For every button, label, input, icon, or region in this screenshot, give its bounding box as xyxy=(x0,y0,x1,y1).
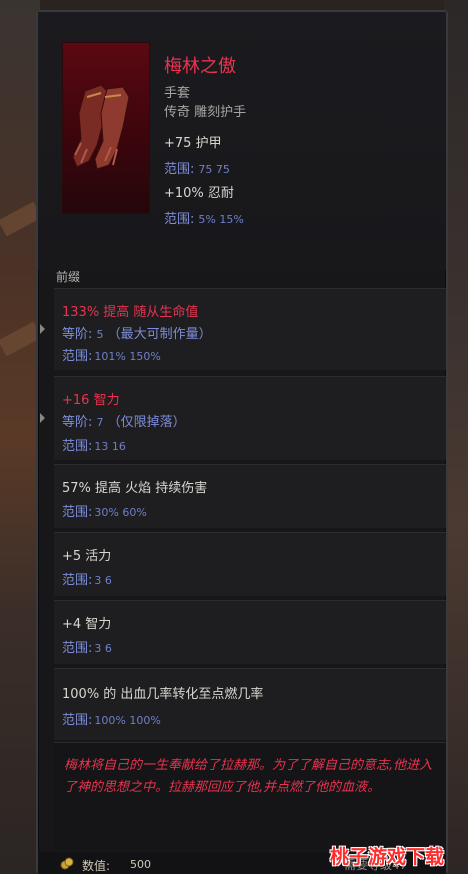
range-values: 101% 150% xyxy=(94,350,161,363)
tier-label: 等阶: xyxy=(62,415,93,430)
affix-row[interactable]: 133% 提高 随从生命值 等阶: 5 （最大可制作量） 范围: 101% 150… xyxy=(40,288,446,370)
implicit-stat: +75 护甲 xyxy=(164,136,222,151)
affix-text: +5 活力 xyxy=(62,549,112,564)
affix-row[interactable]: 57% 提高 火焰 持续伤害 范围: 30% 60% xyxy=(54,464,446,528)
affix-range: 范围: 3 6 xyxy=(62,569,112,588)
affix-range: 范围: 3 6 xyxy=(62,637,112,656)
gauntlet-icon xyxy=(72,84,130,170)
tier-note: （最大可制作量） xyxy=(107,327,212,342)
range-label: 范围: xyxy=(62,713,93,728)
range-values: 30% 60% xyxy=(94,506,147,519)
tier-label: 等阶: xyxy=(62,327,93,342)
affix-tier: 等阶: 7 （仅限掉落） xyxy=(62,411,186,430)
background-scenery-left xyxy=(0,0,40,874)
range-label: 范围: xyxy=(62,439,93,454)
caret-icon xyxy=(40,413,45,423)
range-values: 100% 100% xyxy=(94,714,161,727)
item-name: 梅林之傲 xyxy=(164,56,236,77)
caret-icon xyxy=(40,324,45,334)
gold-coin-icon xyxy=(60,857,74,870)
affix-range: 范围: 30% 60% xyxy=(62,501,147,520)
affix-row[interactable]: +4 智力 范围: 3 6 xyxy=(54,600,446,664)
item-image xyxy=(62,42,150,214)
affix-range: 范围: 13 16 xyxy=(62,435,126,454)
tier-number: 7 xyxy=(96,416,104,429)
affix-text: 57% 提高 火焰 持续伤害 xyxy=(62,481,208,496)
range-label: 范围: xyxy=(62,349,93,364)
range-label: 范围: xyxy=(164,162,195,177)
affix-text: 133% 提高 随从生命值 xyxy=(62,305,199,320)
value-label: 数值: xyxy=(82,859,111,873)
tier-note: （仅限掉落） xyxy=(107,415,186,430)
range-label: 范围: xyxy=(164,212,195,227)
affix-row[interactable]: +16 智力 等阶: 7 （仅限掉落） 范围: 13 16 xyxy=(40,376,446,460)
affix-text: +16 智力 xyxy=(62,393,120,408)
tier-number: 5 xyxy=(96,328,104,341)
item-rarity-base: 传奇 雕刻护手 xyxy=(164,105,247,120)
affix-tier: 等阶: 5 （最大可制作量） xyxy=(62,323,212,342)
affix-range: 范围: 101% 150% xyxy=(62,345,161,364)
affix-row[interactable]: +5 活力 范围: 3 6 xyxy=(54,532,446,596)
site-watermark: 桃子游戏下载 xyxy=(330,846,445,868)
affix-row[interactable]: 100% 的 出血几率转化至点燃几率 范围: 100% 100% xyxy=(54,668,446,740)
lore-text: 梅林将自己的一生奉献给了拉赫那。为了了解自己的意志,他进入了神的思想之中。拉赫那… xyxy=(64,758,433,795)
affix-text: +4 智力 xyxy=(62,617,112,632)
implicit-range: 范围: 75 75 xyxy=(164,158,230,177)
range-label: 范围: xyxy=(62,641,93,656)
range-values: 5% 15% xyxy=(198,213,244,226)
item-tooltip: 梅林之傲 手套 传奇 雕刻护手 +75 护甲 范围: 75 75 +10% 忍耐 … xyxy=(36,10,448,874)
lore-section: 梅林将自己的一生奉献给了拉赫那。为了了解自己的意志,他进入了神的思想之中。拉赫那… xyxy=(54,742,446,850)
range-values: 3 6 xyxy=(94,642,112,655)
range-values: 75 75 xyxy=(198,163,230,176)
item-type: 手套 xyxy=(164,86,191,101)
value-number: 500 xyxy=(130,858,151,871)
implicit-stat: +10% 忍耐 xyxy=(164,186,234,201)
range-values: 13 16 xyxy=(94,440,126,453)
affix-range: 范围: 100% 100% xyxy=(62,709,161,728)
range-values: 3 6 xyxy=(94,574,112,587)
implicit-range: 范围: 5% 15% xyxy=(164,208,244,227)
affix-text: 100% 的 出血几率转化至点燃几率 xyxy=(62,687,264,702)
prefix-section-label: 前缀 xyxy=(56,270,81,284)
range-label: 范围: xyxy=(62,573,93,588)
range-label: 范围: xyxy=(62,505,93,520)
